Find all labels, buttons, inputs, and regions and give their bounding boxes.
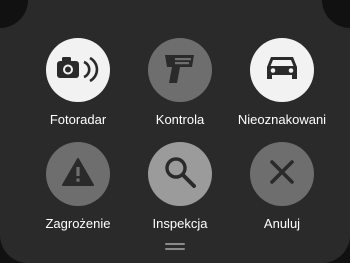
close-icon (267, 157, 297, 192)
kontrola-button[interactable]: Kontrola (125, 38, 235, 128)
drag-handle-line-bottom[interactable] (165, 248, 185, 250)
search-icon (162, 154, 198, 195)
inspekcja-label: Inspekcja (152, 216, 208, 231)
zagrozenie-circle (46, 142, 110, 206)
zagrozenie-button[interactable]: Zagrożenie (23, 142, 133, 232)
fotoradar-circle (46, 38, 110, 102)
kontrola-label: Kontrola (155, 112, 205, 127)
car-icon (263, 53, 301, 88)
radar-gun-icon (161, 50, 199, 91)
anuluj-button[interactable]: Anuluj (227, 142, 337, 232)
fotoradar-button[interactable]: Fotoradar (23, 38, 133, 128)
nieoznakowani-circle (250, 38, 314, 102)
speed-camera-icon (55, 53, 101, 88)
report-menu-screen: Fotoradar Kontrola Nieoznakowani Zagroże… (0, 0, 350, 263)
nieoznakowani-label: Nieoznakowani (237, 112, 327, 127)
kontrola-circle (148, 38, 212, 102)
nieoznakowani-button[interactable]: Nieoznakowani (227, 38, 337, 128)
fotoradar-label: Fotoradar (49, 112, 107, 127)
zagrozenie-label: Zagrożenie (45, 216, 111, 231)
anuluj-label: Anuluj (263, 216, 301, 231)
drag-handle-line-top[interactable] (165, 243, 185, 245)
inspekcja-button[interactable]: Inspekcja (125, 142, 235, 232)
inspekcja-circle (148, 142, 212, 206)
anuluj-circle (250, 142, 314, 206)
warning-icon (61, 157, 95, 192)
